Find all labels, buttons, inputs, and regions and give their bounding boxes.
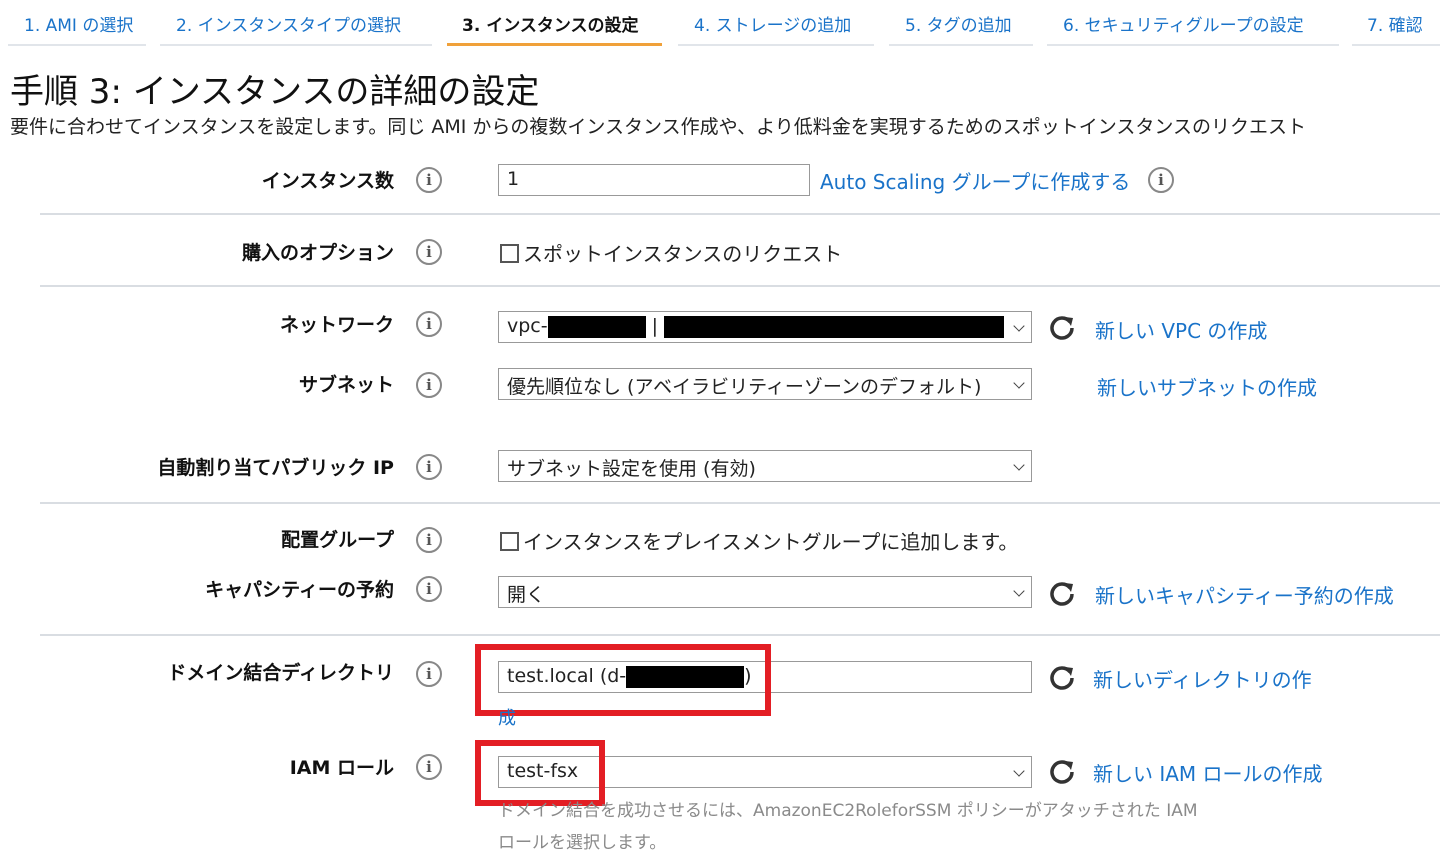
- refresh-icon[interactable]: [1048, 757, 1076, 785]
- network-separator: |: [651, 315, 659, 337]
- page-title: 手順 3: インスタンスの詳細の設定: [10, 72, 540, 112]
- instance-count-label: インスタンス数: [261, 170, 394, 192]
- new-iam-role-link[interactable]: 新しい IAM ロールの作成: [1093, 758, 1323, 787]
- public-ip-select[interactable]: サブネット設定を使用 (有効): [498, 450, 1032, 482]
- purchase-option-label: 購入のオプション: [241, 242, 394, 264]
- tab-security-group[interactable]: 6. セキュリティグループの設定: [1047, 0, 1339, 46]
- network-value: vpc-: [507, 315, 548, 337]
- info-icon[interactable]: i: [416, 454, 442, 480]
- info-icon[interactable]: i: [416, 372, 442, 398]
- page-description: 要件に合わせてインスタンスを設定します。同じ AMI からの複数インスタンス作成…: [10, 116, 1306, 138]
- iam-role-label: IAM ロール: [289, 757, 394, 779]
- new-capacity-reservation-link[interactable]: 新しいキャパシティー予約の作成: [1095, 580, 1394, 609]
- tab-label: 4. ストレージの追加: [694, 16, 852, 36]
- info-icon[interactable]: i: [416, 527, 442, 553]
- public-ip-label: 自動割り当てパブリック IP: [157, 457, 394, 479]
- new-subnet-link[interactable]: 新しいサブネットの作成: [1097, 372, 1317, 401]
- iam-role-hint: ドメイン結合を成功させるには、AmazonEC2RoleforSSM ポリシーが…: [498, 801, 1198, 821]
- instance-count-input[interactable]: 1: [498, 164, 810, 196]
- info-icon[interactable]: i: [416, 661, 442, 687]
- tab-label: 5. タグの追加: [905, 16, 1012, 36]
- network-label: ネットワーク: [279, 314, 394, 336]
- iam-role-hint-cont: ロールを選択します。: [498, 833, 667, 853]
- domain-directory-label: ドメイン結合ディレクトリ: [167, 662, 394, 684]
- info-icon[interactable]: i: [416, 754, 442, 780]
- subnet-label: サブネット: [298, 374, 394, 396]
- info-icon[interactable]: i: [416, 167, 442, 193]
- divider: [40, 634, 1440, 636]
- new-directory-link-cont[interactable]: 成: [498, 704, 516, 730]
- network-select[interactable]: vpc- |: [498, 311, 1032, 343]
- divider: [40, 213, 1440, 215]
- tab-label: 3. インスタンスの設定: [462, 16, 639, 36]
- wizard-steps: 1. AMI の選択 2. インスタンスタイプの選択 3. インスタンスの設定 …: [0, 0, 1440, 46]
- info-icon[interactable]: i: [416, 239, 442, 265]
- refresh-icon[interactable]: [1048, 579, 1076, 607]
- tab-label: 7. 確認: [1367, 16, 1423, 36]
- checkbox-box[interactable]: [500, 244, 519, 263]
- capacity-reservation-label: キャパシティーの予約: [205, 579, 394, 601]
- refresh-icon[interactable]: [1048, 313, 1076, 341]
- checkbox-box[interactable]: [500, 532, 519, 551]
- subnet-select[interactable]: 優先順位なし (アベイラビリティーゾーンのデフォルト): [498, 368, 1032, 400]
- tab-add-storage[interactable]: 4. ストレージの追加: [678, 0, 874, 46]
- checkbox-label: インスタンスをプレイスメントグループに追加します。: [523, 530, 1019, 554]
- tab-configure-instance[interactable]: 3. インスタンスの設定: [447, 0, 662, 46]
- new-vpc-link[interactable]: 新しい VPC の作成: [1095, 315, 1267, 344]
- auto-scaling-link[interactable]: Auto Scaling グループに作成する: [820, 166, 1130, 195]
- info-icon[interactable]: i: [416, 311, 442, 337]
- new-directory-link[interactable]: 新しいディレクトリの作: [1093, 664, 1312, 693]
- tab-label: 6. セキュリティグループの設定: [1063, 16, 1304, 36]
- redacted-block: [664, 315, 1005, 338]
- tab-choose-ami[interactable]: 1. AMI の選択: [8, 0, 146, 46]
- spot-request-checkbox[interactable]: スポットインスタンスのリクエスト: [500, 238, 842, 267]
- tab-label: 2. インスタンスタイプの選択: [176, 16, 401, 36]
- capacity-reservation-select[interactable]: 開く: [498, 576, 1032, 608]
- placement-group-checkbox[interactable]: インスタンスをプレイスメントグループに追加します。: [500, 526, 1018, 555]
- tab-add-tags[interactable]: 5. タグの追加: [889, 0, 1033, 46]
- placement-group-label: 配置グループ: [281, 529, 394, 551]
- divider: [40, 502, 1440, 504]
- tab-label: 1. AMI の選択: [24, 16, 134, 36]
- info-icon[interactable]: i: [416, 576, 442, 602]
- checkbox-label: スポットインスタンスのリクエスト: [523, 242, 843, 266]
- info-icon[interactable]: i: [1148, 167, 1174, 193]
- highlight-box: [475, 644, 771, 716]
- tab-review[interactable]: 7. 確認: [1352, 0, 1440, 46]
- divider: [40, 285, 1440, 287]
- tab-choose-instance-type[interactable]: 2. インスタンスタイプの選択: [160, 0, 432, 46]
- refresh-icon[interactable]: [1048, 663, 1076, 691]
- redacted-block: [547, 315, 646, 338]
